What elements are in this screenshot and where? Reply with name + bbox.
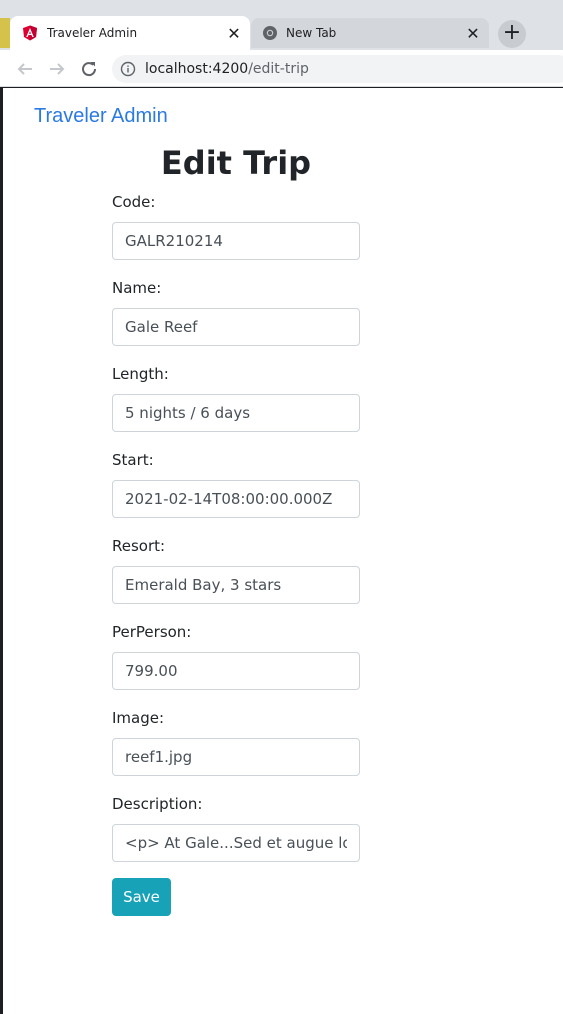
form-field-code: Code:	[112, 193, 360, 279]
field-label: Resort:	[112, 537, 166, 555]
field-label: Description:	[112, 795, 203, 813]
field-label: Image:	[112, 709, 165, 727]
address-bar[interactable]: localhost:4200/edit-trip	[112, 55, 563, 83]
edit-trip-form: Code: Name: Length: Start: Resort: PerPe…	[112, 193, 360, 881]
tab-title: New Tab	[286, 26, 337, 40]
new-tab-button[interactable]: +	[498, 20, 526, 48]
length-input[interactable]	[112, 394, 360, 432]
form-field-start: Start:	[112, 451, 360, 537]
form-field-perperson: PerPerson:	[112, 623, 360, 709]
field-label: Code:	[112, 193, 156, 211]
browser-toolbar: localhost:4200/edit-trip	[0, 50, 563, 87]
angular-icon	[23, 25, 37, 41]
tab-new-tab[interactable]: New Tab ✕	[251, 18, 489, 48]
back-arrow-icon[interactable]	[14, 58, 36, 80]
info-icon[interactable]	[120, 61, 136, 77]
name-input[interactable]	[112, 308, 360, 346]
url-path: /edit-trip	[248, 61, 309, 77]
resort-input[interactable]	[112, 566, 360, 604]
close-tab-icon[interactable]: ✕	[465, 26, 481, 42]
browser-tab-strip: Traveler Admin ✕ New Tab ✕ +	[0, 0, 563, 50]
navbar-brand-link[interactable]: Traveler Admin	[34, 105, 168, 128]
forward-arrow-icon[interactable]	[46, 58, 68, 80]
form-field-length: Length:	[112, 365, 360, 451]
description-input[interactable]	[112, 824, 360, 862]
url-text: localhost:4200/edit-trip	[145, 61, 309, 77]
form-field-resort: Resort:	[112, 537, 360, 623]
code-input[interactable]	[112, 222, 360, 260]
field-label: Start:	[112, 451, 154, 469]
form-field-name: Name:	[112, 279, 360, 365]
window-edge-accent	[0, 18, 10, 48]
page-content: Traveler Admin Edit Trip Code: Name: Len…	[3, 88, 563, 1014]
url-host: localhost:4200	[145, 61, 249, 77]
page-title: Edit Trip	[160, 144, 312, 182]
chrome-icon	[263, 26, 277, 40]
perperson-input[interactable]	[112, 652, 360, 690]
close-tab-icon[interactable]: ✕	[226, 26, 242, 42]
field-label: PerPerson:	[112, 623, 192, 641]
form-field-image: Image:	[112, 709, 360, 795]
form-field-description: Description:	[112, 795, 360, 881]
start-input[interactable]	[112, 480, 360, 518]
tab-traveler-admin[interactable]: Traveler Admin ✕	[10, 16, 250, 50]
save-button[interactable]: Save	[112, 878, 171, 916]
field-label: Length:	[112, 365, 169, 383]
reload-icon[interactable]	[78, 58, 100, 80]
field-label: Name:	[112, 279, 162, 297]
image-input[interactable]	[112, 738, 360, 776]
tab-title: Traveler Admin	[47, 26, 138, 40]
